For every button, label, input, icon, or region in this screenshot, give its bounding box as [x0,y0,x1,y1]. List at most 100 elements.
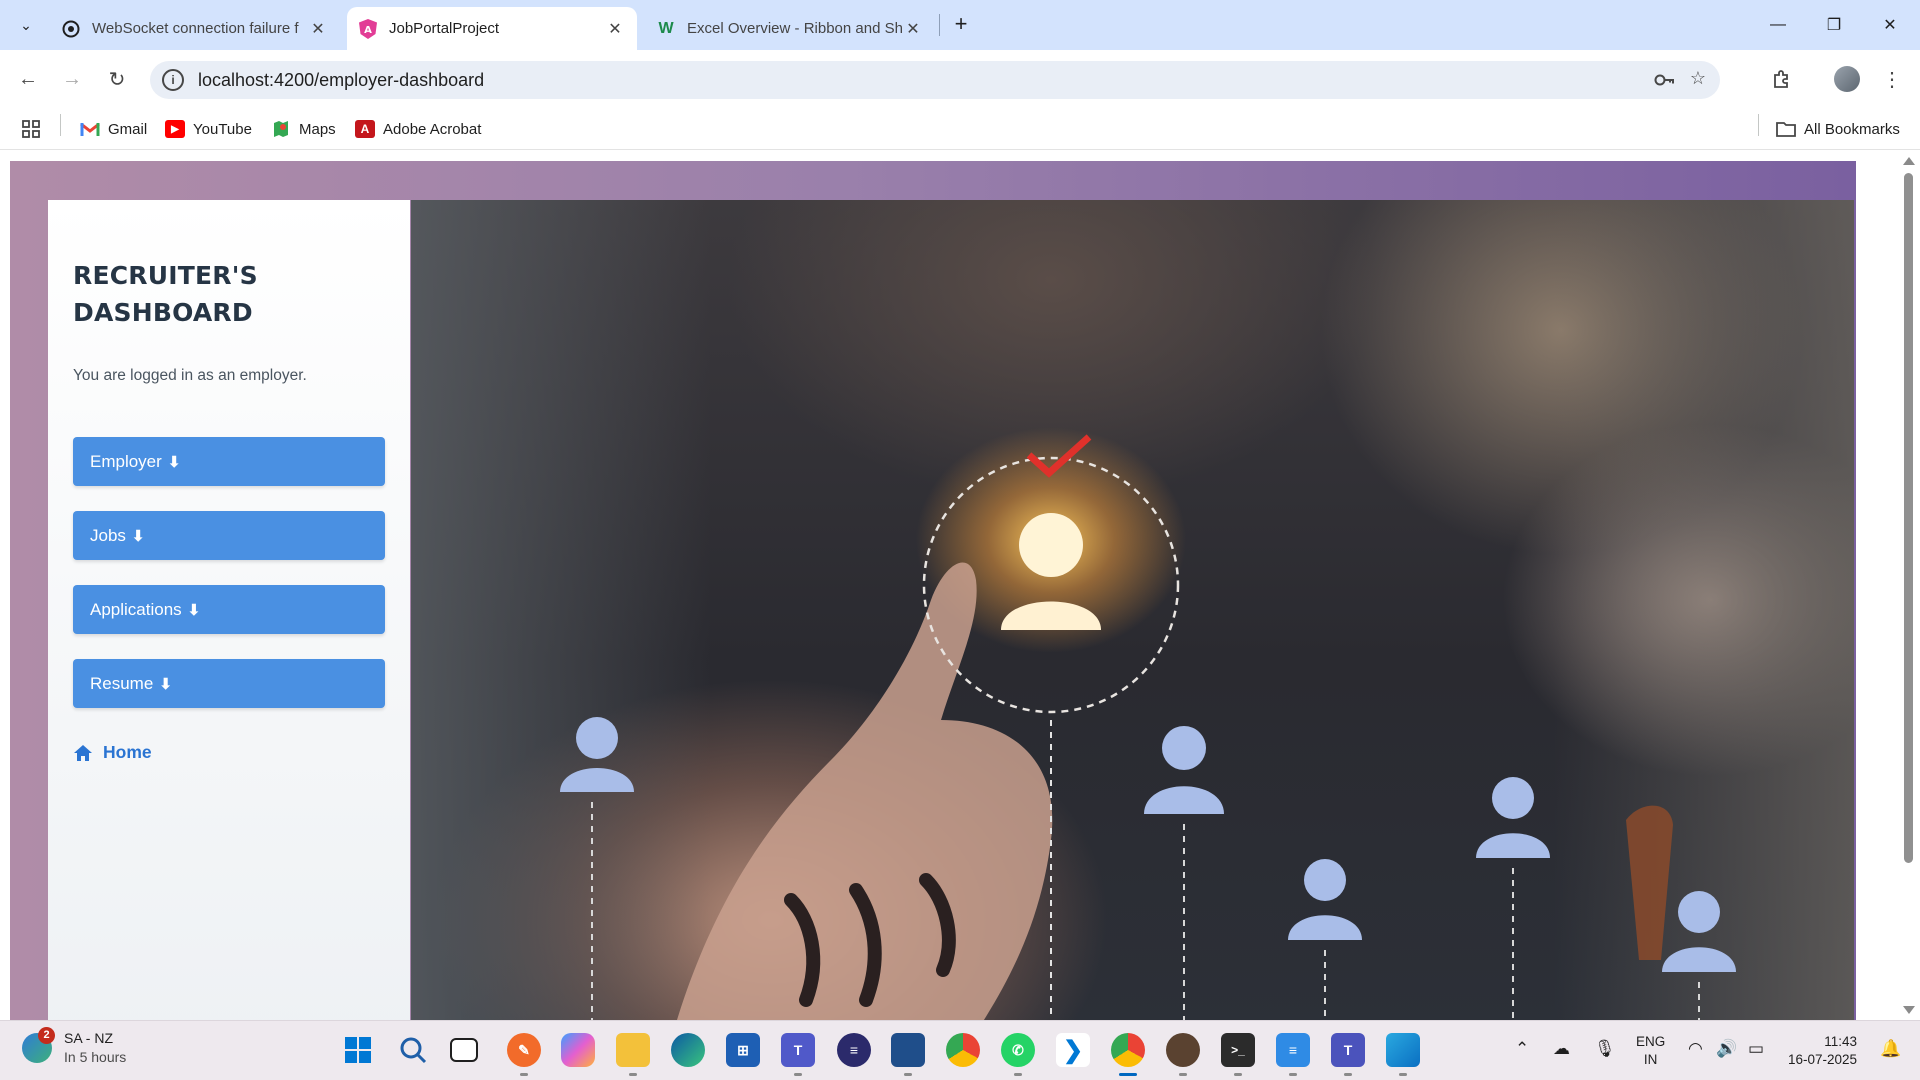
terminal-icon[interactable]: >_ [1221,1033,1255,1067]
forward-button[interactable]: → [55,62,89,96]
tab-strip: ⌄ WebSocket connection failure f ✕ A Job… [0,0,1920,50]
dashboard-sidebar: RECRUITER'S DASHBOARD You are logged in … [48,200,410,1020]
chrome-profile-icon[interactable] [1111,1033,1145,1067]
bookmark-adobe-acrobat[interactable]: A Adobe Acrobat [355,118,481,140]
site-info-icon[interactable]: i [162,69,184,91]
microphone-icon[interactable]: 🎙 [1594,1039,1616,1059]
notifications-icon[interactable]: 🔔 [1880,1039,1901,1059]
bookmark-separator [60,114,61,136]
arrow-left-icon: ← [18,67,38,90]
close-icon[interactable]: ✕ [308,19,328,39]
angular-icon: A [359,18,377,39]
bookmark-youtube[interactable]: ▶ YouTube [165,118,252,140]
windows-taskbar: 2 SA - NZ In 5 hours ✎ ⊞ T ≡ ✆ ❯ >_ ≡ T … [0,1020,1920,1080]
tab-jobportal[interactable]: A JobPortalProject ✕ [347,7,637,50]
weather-widget[interactable]: 2 SA - NZ In 5 hours [22,1027,126,1067]
file-explorer-icon[interactable] [616,1033,650,1067]
minimize-button[interactable]: — [1750,0,1806,50]
tab-excel-overview[interactable]: W Excel Overview - Ribbon and Sh ✕ [645,7,935,50]
teams-icon[interactable]: T [781,1033,815,1067]
svg-text:A: A [364,25,372,36]
home-link[interactable]: Home [73,742,385,763]
photos-icon[interactable] [1386,1033,1420,1067]
jobs-menu-button[interactable]: Jobs ⬇ [73,511,385,560]
address-bar[interactable]: i localhost:4200/employer-dashboard ☆ [150,61,1720,99]
bookmark-gmail[interactable]: Gmail [80,118,147,140]
avatar-icon [1834,66,1860,92]
app-icon-2[interactable] [1166,1033,1200,1067]
page-title: RECRUITER'S DASHBOARD [73,257,385,331]
notepad-icon[interactable]: ≡ [1276,1033,1310,1067]
active-app-indicator [1119,1073,1137,1076]
down-arrow-icon: ⬇ [167,453,181,471]
employer-menu-button[interactable]: Employer ⬇ [73,437,385,486]
pen-app-icon[interactable]: ✎ [507,1033,541,1067]
scroll-up-arrow-icon[interactable] [1903,157,1915,165]
scroll-down-arrow-icon[interactable] [1903,1006,1915,1014]
browser-menu-button[interactable]: ⋮ [1875,62,1909,96]
battery-icon[interactable]: ▭ [1748,1039,1764,1059]
region-code: IN [1643,1052,1658,1067]
back-button[interactable]: ← [11,62,45,96]
bookmark-maps[interactable]: Maps [271,118,336,140]
tab-search-button[interactable]: ⌄ [9,8,43,42]
running-indicator [629,1073,637,1076]
close-icon[interactable]: ✕ [903,19,923,39]
chrome-icon[interactable] [946,1033,980,1067]
whatsapp-icon[interactable]: ✆ [1001,1033,1035,1067]
arrow-right-icon: → [62,67,82,90]
profile-avatar[interactable] [1830,62,1864,96]
all-bookmarks-button[interactable]: All Bookmarks [1776,118,1900,140]
bookmark-label: All Bookmarks [1804,120,1900,138]
window-close-button[interactable]: ✕ [1862,0,1918,50]
running-indicator [1014,1073,1022,1076]
task-view-icon[interactable] [450,1038,478,1062]
down-arrow-icon: ⬇ [131,527,145,545]
weather-icon: 2 [22,1027,55,1063]
tab-websocket[interactable]: WebSocket connection failure f ✕ [50,7,340,50]
reload-icon: ↻ [108,68,126,91]
chevron-up-icon[interactable]: ⌃ [1515,1039,1529,1059]
password-key-icon[interactable] [1652,68,1676,92]
resume-menu-button[interactable]: Resume ⬇ [73,659,385,708]
teams-icon-2[interactable]: T [1331,1033,1365,1067]
hero-image-recruitment [411,200,1854,1020]
start-button[interactable] [341,1033,375,1067]
gmail-icon [80,120,100,138]
running-indicator [794,1073,802,1076]
restore-button[interactable]: ❐ [1806,0,1862,50]
bookmark-label: Adobe Acrobat [383,120,482,138]
tab-title: JobPortalProject [389,20,500,37]
cloud-offline-icon[interactable]: ☁ [1553,1039,1570,1059]
edge-icon[interactable] [671,1033,705,1067]
tab-separator [939,14,940,36]
bookmark-star-icon[interactable]: ☆ [1686,68,1710,92]
applications-menu-button[interactable]: Applications ⬇ [73,585,385,634]
scrollbar-thumb[interactable] [1904,173,1913,863]
url-text[interactable]: localhost:4200/employer-dashboard [198,70,484,91]
copilot-icon[interactable] [561,1033,595,1067]
system-clock[interactable]: 11:43 16-07-2025 [1788,1033,1857,1069]
vscode-icon[interactable]: ❯ [1056,1033,1090,1067]
eclipse-icon[interactable]: ≡ [837,1033,871,1067]
down-arrow-icon: ⬇ [187,601,201,619]
running-indicator [520,1073,528,1076]
search-button[interactable] [396,1033,430,1067]
app-icon[interactable] [891,1033,925,1067]
close-icon[interactable]: ✕ [605,19,625,39]
new-tab-button[interactable]: + [948,12,974,38]
wifi-icon[interactable]: ◠ [1688,1039,1703,1059]
volume-icon[interactable]: 🔊 [1716,1039,1737,1059]
down-arrow-icon: ⬇ [159,675,172,693]
button-label: Employer [90,451,162,471]
more-vertical-icon: ⋮ [1882,68,1902,91]
browser-toolbar: ← → ↻ i localhost:4200/employer-dashboar… [0,50,1920,108]
extensions-button[interactable] [1765,62,1799,96]
language-indicator[interactable]: ENG IN [1636,1033,1665,1069]
store-icon[interactable]: ⊞ [726,1033,760,1067]
apps-button[interactable] [22,118,40,140]
chatgpt-icon [62,20,80,38]
page-scrollbar[interactable] [1898,151,1920,1020]
reload-button[interactable]: ↻ [100,62,134,96]
clock-date: 16-07-2025 [1788,1052,1858,1067]
